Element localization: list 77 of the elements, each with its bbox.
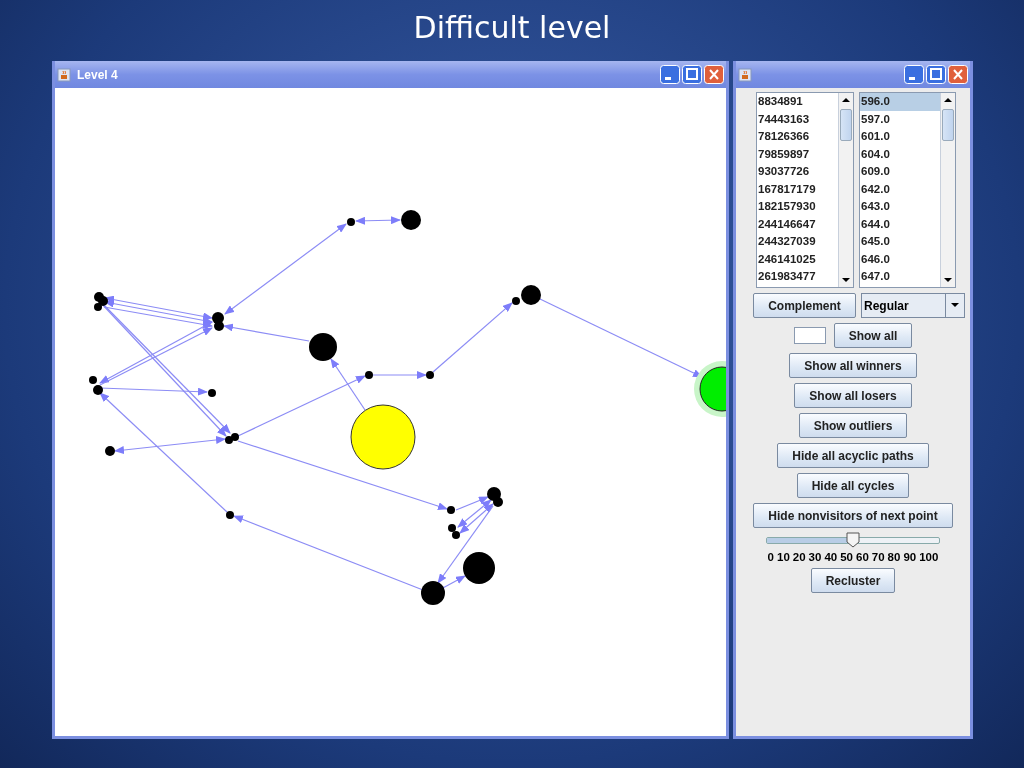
graph-node bbox=[347, 218, 355, 226]
tick-label: 50 bbox=[840, 551, 853, 563]
tick-label: 80 bbox=[887, 551, 901, 563]
show-all-button[interactable]: Show all bbox=[833, 323, 913, 348]
list-item[interactable]: 645.0 bbox=[860, 233, 940, 251]
minimize-icon[interactable] bbox=[904, 65, 924, 84]
close-icon[interactable] bbox=[948, 65, 968, 84]
slide-title: Difficult level bbox=[412, 9, 612, 47]
complement-button[interactable]: Complement bbox=[753, 293, 856, 318]
tick-label: 100 bbox=[919, 551, 939, 563]
scroll-thumb[interactable] bbox=[942, 109, 954, 141]
scrollbar[interactable] bbox=[940, 93, 955, 287]
graph-node bbox=[226, 511, 234, 519]
graph-node bbox=[350, 404, 416, 470]
graph-node bbox=[98, 296, 108, 306]
action-button[interactable]: Show all losers bbox=[794, 383, 912, 408]
list-item[interactable]: 646.0 bbox=[860, 250, 940, 268]
graph-node bbox=[487, 487, 501, 501]
graph-edge bbox=[372, 371, 427, 379]
list-item[interactable]: 604.0 bbox=[860, 145, 940, 163]
minimize-icon[interactable] bbox=[660, 65, 680, 84]
scroll-thumb[interactable] bbox=[840, 109, 852, 141]
list-item[interactable]: 78126366 bbox=[757, 128, 838, 146]
action-button[interactable]: Hide all cycles bbox=[796, 473, 910, 498]
tick-label: 0 bbox=[767, 551, 774, 563]
list-item[interactable]: 644.0 bbox=[860, 215, 940, 233]
slider-thumb[interactable] bbox=[846, 532, 860, 548]
list-item[interactable]: 642.0 bbox=[860, 180, 940, 198]
maximize-icon[interactable] bbox=[682, 65, 702, 84]
graph-node bbox=[421, 581, 445, 605]
list-item[interactable]: 601.0 bbox=[860, 128, 940, 146]
tick-label: 70 bbox=[871, 551, 885, 563]
action-button[interactable]: Show outliers bbox=[798, 413, 908, 438]
list-item[interactable]: 596.0 bbox=[860, 93, 940, 111]
list-item[interactable]: 244327039 bbox=[757, 233, 838, 251]
list-item[interactable]: 244146647 bbox=[757, 215, 838, 233]
graph-node bbox=[401, 210, 421, 230]
mode-dropdown[interactable]: Regular bbox=[861, 293, 965, 318]
list-item[interactable]: 261983477 bbox=[757, 268, 838, 286]
list-item[interactable]: 93037726 bbox=[757, 163, 838, 181]
graph-node bbox=[208, 389, 216, 397]
close-icon[interactable] bbox=[704, 65, 724, 84]
list-item[interactable]: 167817179 bbox=[757, 180, 838, 198]
graph-node bbox=[365, 371, 373, 379]
graph-node bbox=[93, 385, 103, 395]
list-item[interactable]: 74443163 bbox=[757, 110, 838, 128]
recluster-button[interactable]: Recluster bbox=[810, 568, 896, 593]
scrollbar[interactable] bbox=[838, 93, 853, 287]
graph-edge bbox=[355, 216, 401, 225]
graph-node bbox=[493, 497, 503, 507]
tick-label: 30 bbox=[808, 551, 822, 563]
window-title: Level 4 bbox=[77, 67, 118, 82]
action-button[interactable]: Show all winners bbox=[789, 353, 917, 378]
action-button[interactable]: Hide all acyclic paths bbox=[777, 443, 929, 468]
graph-node bbox=[426, 371, 434, 379]
graph-node bbox=[463, 552, 495, 584]
tick-label: 20 bbox=[792, 551, 806, 563]
list-item[interactable]: 8834891 bbox=[757, 93, 838, 111]
list-item[interactable]: 643.0 bbox=[860, 198, 940, 216]
graph-node bbox=[105, 446, 115, 456]
input-field[interactable] bbox=[793, 327, 826, 344]
graph-node bbox=[309, 333, 337, 361]
graph-node bbox=[214, 321, 224, 331]
tick-label: 60 bbox=[856, 551, 869, 563]
list-item[interactable]: 246141025 bbox=[757, 250, 838, 268]
list-item[interactable]: 609.0 bbox=[860, 163, 940, 181]
list-item[interactable]: 597.0 bbox=[860, 110, 940, 128]
list-item[interactable]: 647.0 bbox=[860, 268, 940, 286]
tick-label: 90 bbox=[903, 551, 917, 563]
graph-node bbox=[447, 506, 455, 514]
list-item[interactable]: 182157930 bbox=[757, 198, 838, 216]
slider[interactable] bbox=[766, 531, 940, 549]
tick-label: 40 bbox=[824, 551, 838, 563]
maximize-icon[interactable] bbox=[926, 65, 946, 84]
list-item[interactable]: 79859897 bbox=[757, 145, 838, 163]
tick-label: 10 bbox=[777, 551, 790, 563]
action-button[interactable]: Hide nonvisitors of next point bbox=[753, 503, 953, 528]
